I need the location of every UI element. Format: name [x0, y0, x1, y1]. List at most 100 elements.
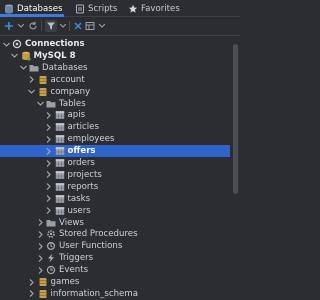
- tree-row-employees[interactable]: employees: [0, 133, 230, 145]
- trigger-icon: [46, 253, 56, 263]
- filter-icon[interactable]: [45, 20, 57, 32]
- chevron-right-icon[interactable]: [45, 135, 53, 143]
- tab-favorites[interactable]: Favorites: [128, 0, 180, 17]
- tree-row-label: account: [50, 74, 85, 85]
- chevron-right-icon[interactable]: [36, 242, 44, 250]
- tab-bar: Databases Scripts Favorites: [0, 0, 240, 17]
- tree-row-mysql-8[interactable]: MySQL 8: [0, 50, 230, 62]
- tree-row-label: employees: [67, 134, 115, 145]
- chevron-down-icon[interactable]: [19, 64, 27, 72]
- tree-row-label: offers: [67, 146, 96, 157]
- tree-row-label: Views: [59, 217, 84, 228]
- chevron-down-icon[interactable]: [36, 100, 44, 108]
- chevron-right-icon[interactable]: [36, 230, 44, 238]
- tree-row-label: users: [67, 205, 91, 216]
- chevron-right-icon[interactable]: [45, 171, 53, 179]
- table-icon: [55, 134, 65, 144]
- mysql-icon: [21, 51, 31, 61]
- chevron-down-icon[interactable]: [28, 88, 36, 96]
- tree-row-label: tasks: [67, 193, 91, 204]
- tree-row-tables[interactable]: Tables: [0, 98, 230, 110]
- chevron-right-icon[interactable]: [28, 278, 36, 286]
- tree-row-triggers[interactable]: Triggers: [0, 252, 230, 264]
- tree-row-user-functions[interactable]: User Functions: [0, 240, 230, 252]
- tree-row-offers[interactable]: offers: [0, 145, 230, 158]
- chevron-right-icon[interactable]: [36, 254, 44, 262]
- tree-row-games[interactable]: games: [0, 276, 230, 288]
- tree-row-information-schema[interactable]: information_schema: [0, 288, 230, 300]
- chevron-down-icon[interactable]: [15, 20, 27, 32]
- chevron-right-icon[interactable]: [36, 266, 44, 274]
- tree-row-tasks[interactable]: tasks: [0, 193, 230, 205]
- chevron-down-icon[interactable]: [11, 52, 19, 60]
- add-icon[interactable]: [3, 20, 15, 32]
- collapse-icon[interactable]: [72, 20, 84, 32]
- chevron-right-icon[interactable]: [45, 147, 53, 155]
- vertical-scrollbar[interactable]: [231, 36, 240, 300]
- chevron-right-icon[interactable]: [45, 207, 53, 215]
- chevron-down-icon[interactable]: [96, 20, 108, 32]
- tree-row-label: games: [50, 277, 80, 287]
- chevron-right-icon[interactable]: [45, 195, 53, 203]
- tree-row-label: Databases: [42, 62, 88, 73]
- tree-row-databases[interactable]: Databases: [0, 62, 230, 74]
- database-icon: [4, 4, 14, 14]
- tree-row-label: Tables: [59, 98, 86, 109]
- table-icon: [55, 146, 65, 156]
- database-icon: [38, 87, 48, 97]
- gear-icon: [46, 229, 56, 239]
- tree-row-company[interactable]: company: [0, 86, 230, 98]
- tree-row-apis[interactable]: apis: [0, 109, 230, 121]
- chevron-right-icon[interactable]: [45, 183, 53, 191]
- table-icon: [55, 182, 65, 192]
- folder-icon: [46, 218, 56, 228]
- tree-row-label: articles: [67, 122, 99, 133]
- chevron-down-icon[interactable]: [57, 20, 69, 32]
- tree-row-label: User Functions: [59, 241, 123, 252]
- table-icon: [55, 170, 65, 180]
- table-icon: [55, 122, 65, 132]
- tab-label: Favorites: [141, 3, 180, 14]
- database-icon: [38, 289, 48, 299]
- tree-row-stored-procedures[interactable]: Stored Procedures: [0, 228, 230, 240]
- tree-row-views[interactable]: Views: [0, 217, 230, 229]
- tree-row-orders[interactable]: orders: [0, 157, 230, 169]
- chevron-right-icon[interactable]: [36, 219, 44, 227]
- table-view-icon[interactable]: [84, 20, 96, 32]
- tree-row-projects[interactable]: projects: [0, 169, 230, 181]
- tree-row-articles[interactable]: articles: [0, 121, 230, 133]
- star-icon: [128, 4, 138, 14]
- chevron-right-icon[interactable]: [45, 159, 53, 167]
- database-tree: Connections MySQL 8 Databases account compan…: [0, 36, 230, 300]
- tree-row-events[interactable]: Events: [0, 264, 230, 276]
- database-icon: [38, 277, 48, 287]
- table-icon: [55, 110, 65, 120]
- toolbar: [0, 17, 240, 36]
- tree-row-users[interactable]: users: [0, 205, 230, 217]
- tab-databases[interactable]: Databases: [4, 0, 62, 17]
- tree-row-label: company: [50, 86, 91, 97]
- function-icon: [46, 241, 56, 251]
- tree-row-label: orders: [67, 158, 95, 168]
- chevron-right-icon[interactable]: [45, 111, 53, 119]
- chevron-down-icon[interactable]: [2, 40, 10, 48]
- tab-scripts[interactable]: Scripts: [75, 0, 117, 17]
- chevron-right-icon[interactable]: [28, 76, 36, 84]
- tree-row-label: projects: [67, 169, 102, 180]
- chevron-right-icon[interactable]: [28, 290, 36, 298]
- tab-label: Databases: [17, 3, 63, 14]
- tab-label: Scripts: [88, 3, 118, 14]
- tree-row-connections[interactable]: Connections: [0, 38, 230, 50]
- tree-row-label: Connections: [25, 39, 85, 49]
- clock-icon: [46, 265, 56, 275]
- scrollbar-thumb[interactable]: [233, 44, 238, 194]
- chevron-right-icon[interactable]: [45, 123, 53, 131]
- toolbar-separator: [41, 21, 42, 31]
- tree-row-account[interactable]: account: [0, 74, 230, 86]
- connections-icon: [12, 39, 22, 49]
- tree-row-reports[interactable]: reports: [0, 181, 230, 193]
- table-icon: [55, 206, 65, 216]
- tree-row-label: Events: [59, 265, 89, 276]
- refresh-icon[interactable]: [27, 20, 39, 32]
- tree-row-label: Triggers: [59, 253, 94, 264]
